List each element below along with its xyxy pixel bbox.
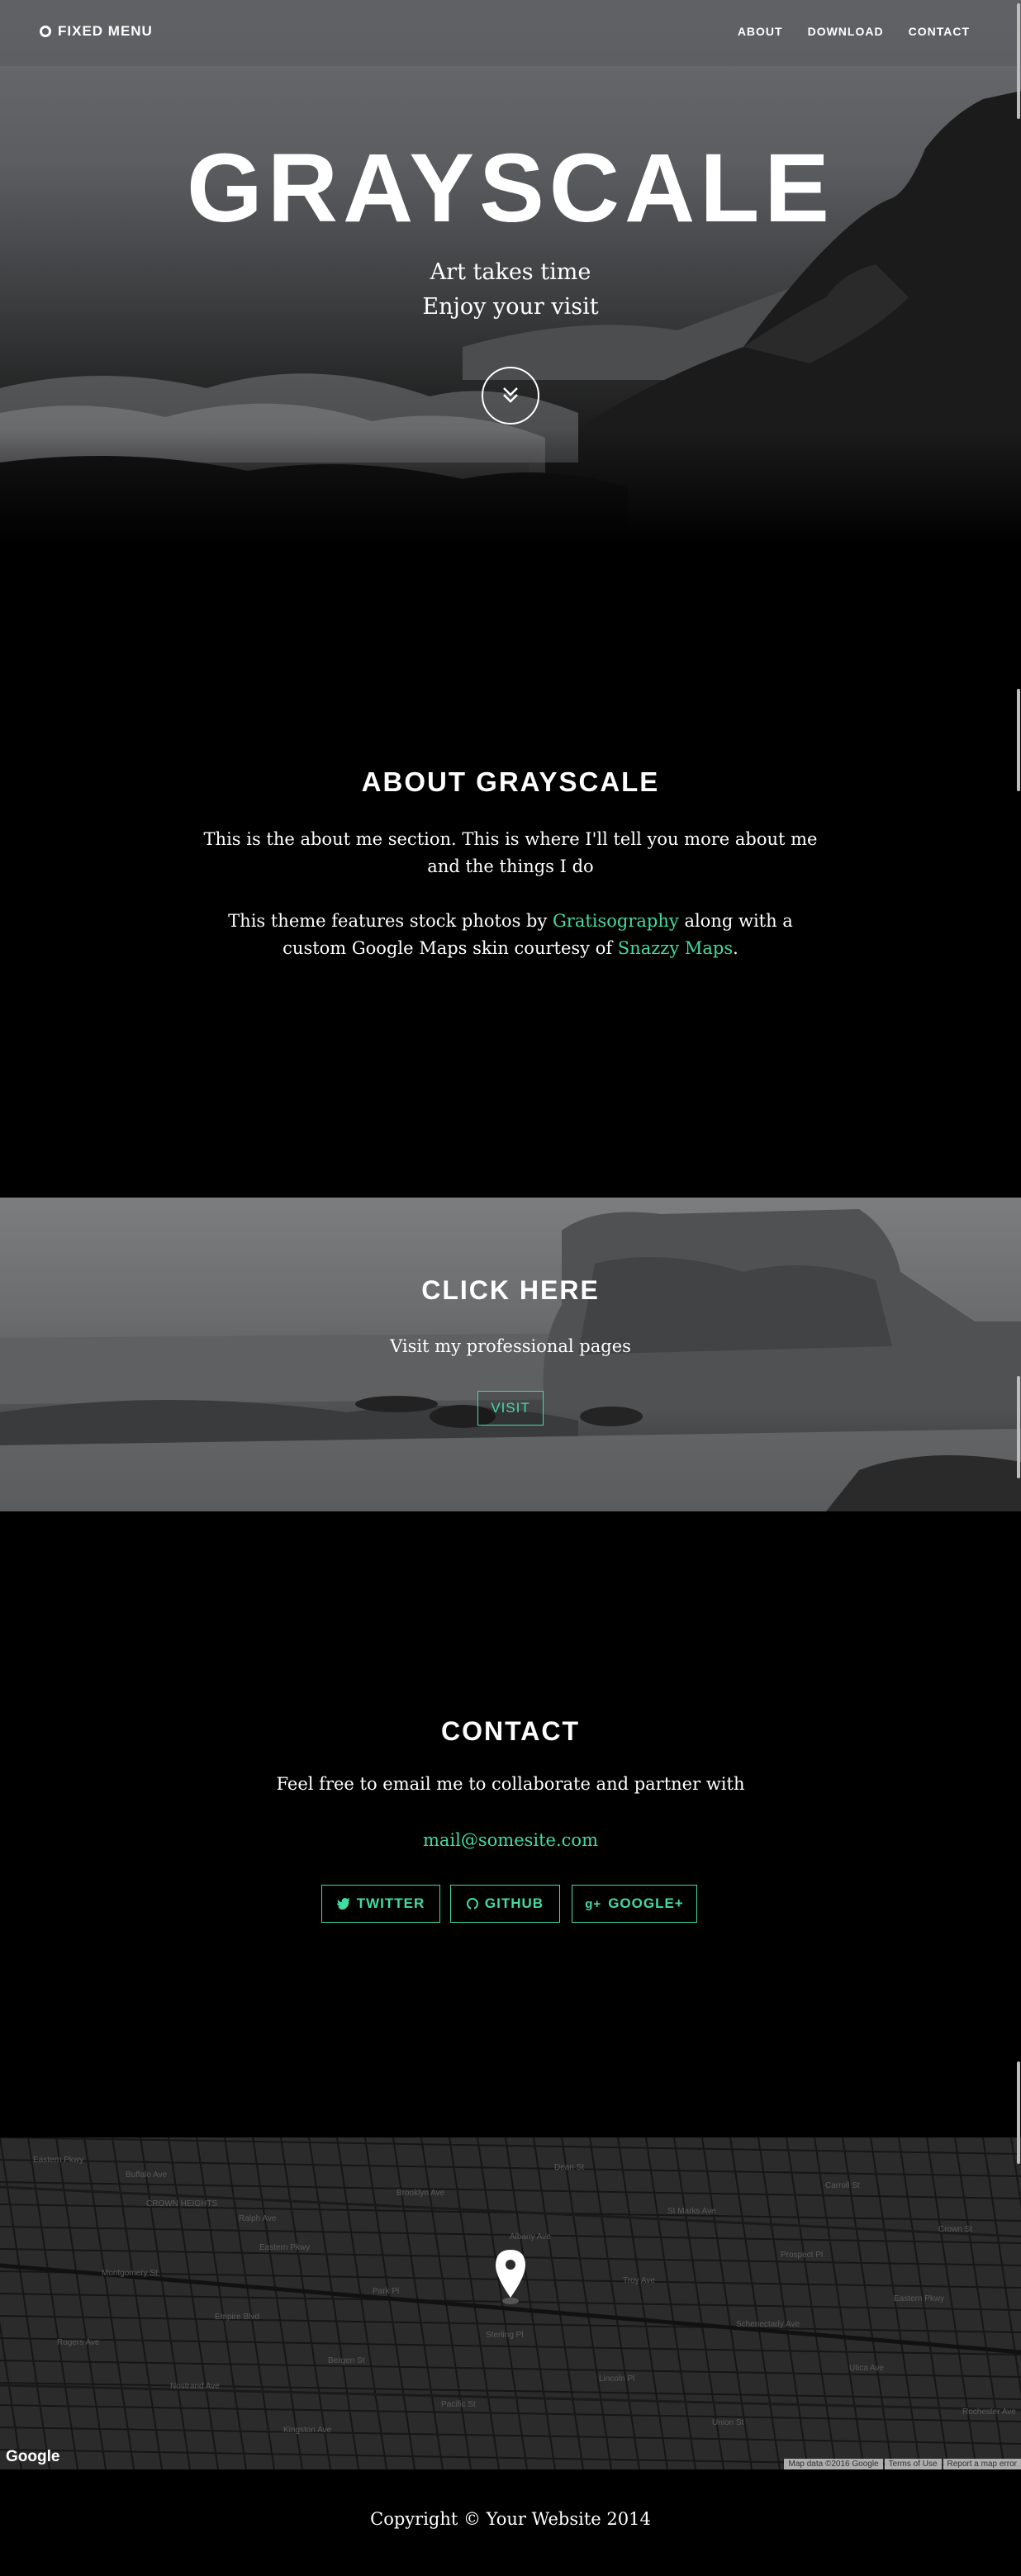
visit-button[interactable]: VISIT: [477, 1391, 544, 1426]
twitter-button[interactable]: TWITTER: [321, 1885, 440, 1923]
scrollbar[interactable]: [1015, 0, 1021, 2576]
twitter-label: TWITTER: [356, 1895, 425, 1911]
map-street: [196, 2137, 247, 2469]
google-plus-label: GOOGLE+: [608, 1895, 684, 1911]
map-street-label: Rogers Ave: [57, 2338, 100, 2347]
map-street-label: Lincoln Pl: [599, 2374, 634, 2384]
nav-link-about[interactable]: ABOUT: [738, 25, 783, 38]
about-title: ABOUT GRAYSCALE: [361, 766, 660, 797]
map-street-label: Park Pl: [373, 2287, 399, 2296]
double-chevron-down-icon: [503, 387, 518, 403]
nav-links: ABOUT DOWNLOAD CONTACT: [738, 25, 970, 38]
map-street-label: Crown St: [938, 2225, 972, 2234]
circle-icon: [40, 26, 51, 37]
hero-subtitle-line1: Art takes time: [430, 259, 591, 285]
map-section[interactable]: Eastern Pkwy CROWN HEIGHTS Eastern Pkwy Par…: [0, 2137, 1021, 2469]
map-street-label: CROWN HEIGHTS: [146, 2199, 217, 2208]
scroll-down-button[interactable]: [482, 367, 539, 425]
map-street-label: Ralph Ave: [239, 2214, 277, 2223]
map-street: [140, 2137, 191, 2469]
map-street-label: Union St: [712, 2418, 744, 2427]
map-street: [224, 2137, 275, 2469]
contact-subtitle: Feel free to email me to collaborate and…: [276, 1774, 745, 1794]
github-label: GITHUB: [484, 1895, 544, 1911]
hero-subtitle-line2: Enjoy your visit: [422, 294, 599, 320]
google-logo[interactable]: Google: [6, 2448, 59, 2466]
map-street: [0, 2181, 1021, 2199]
map-street-label: Eastern Pkwy: [259, 2243, 310, 2252]
map-street: [83, 2137, 135, 2469]
cta-title: CLICK HERE: [421, 1275, 600, 1305]
about-paragraph-1: This is the about me section. This is wh…: [203, 829, 818, 876]
map-street-label: Prospect Pl: [781, 2251, 823, 2260]
map-street-label: St Marks Ave: [667, 2207, 716, 2216]
google-plus-icon: g+: [585, 1896, 602, 1911]
map-pin-icon[interactable]: [494, 2250, 527, 2306]
map-street: [0, 2315, 1021, 2333]
map-street: [55, 2137, 107, 2469]
twitter-icon: [336, 1898, 350, 1909]
map-street-label: Rochester Ave: [962, 2408, 1016, 2417]
hero-section: FIXED MENU ABOUT DOWNLOAD CONTACT GRAYSC…: [0, 0, 1021, 545]
about-text: This theme features stock photos by: [228, 911, 553, 931]
map-street-label: Brooklyn Ave: [397, 2189, 445, 2198]
map-data-text: Map data ©2016 Google: [784, 2459, 883, 2469]
map-street-label: Eastern Pkwy: [33, 2156, 83, 2165]
map-street-label: Bergen St: [328, 2356, 365, 2365]
map-attribution: Map data ©2016 Google Terms of Use Repor…: [784, 2459, 1021, 2469]
google-plus-button[interactable]: g+ GOOGLE+: [572, 1885, 697, 1923]
map-street: [954, 2137, 1005, 2469]
navbar: FIXED MENU ABOUT DOWNLOAD CONTACT: [0, 0, 1021, 66]
map-street: [27, 2137, 78, 2469]
map-street-label: Sterling Pl: [486, 2331, 524, 2340]
terms-of-use-link[interactable]: Terms of Use: [884, 2459, 942, 2469]
about-text: .: [733, 938, 738, 958]
cta-section: CLICK HERE Visit my professional pages V…: [0, 1198, 1021, 1511]
map-street-label: Empire Blvd: [215, 2313, 259, 2322]
map-street-label: Buffalo Ave: [126, 2170, 168, 2180]
copyright-text: Copyright © Your Website 2014: [370, 2509, 651, 2529]
gratisography-link[interactable]: Gratisography: [553, 911, 679, 931]
map-street-label: Utica Ave: [849, 2364, 884, 2373]
map-street-label: Eastern Pkwy: [894, 2294, 944, 2303]
snazzy-maps-link[interactable]: Snazzy Maps: [618, 938, 733, 958]
map-street-label: Montgomery St: [102, 2269, 158, 2278]
github-icon: [466, 1898, 478, 1909]
map-street-label: Carroll St: [825, 2181, 860, 2190]
map-street-label: Pacific St: [441, 2400, 476, 2409]
map-street-label: Dean St: [554, 2163, 584, 2172]
map-street: [0, 2137, 1021, 2155]
email-link[interactable]: mail@somesite.com: [0, 1830, 1021, 1850]
map-street: [757, 2137, 809, 2469]
map-street: [0, 2427, 1021, 2445]
about-paragraph-2: This theme features stock photos by Grat…: [197, 908, 824, 962]
map-street-label: Kingston Ave: [283, 2426, 332, 2435]
map-street-label: Nostrand Ave: [170, 2382, 220, 2391]
map-street: [168, 2137, 219, 2469]
map-street-label: Troy Ave: [623, 2276, 655, 2285]
nav-link-contact[interactable]: CONTACT: [909, 25, 970, 38]
brand-label: FIXED MENU: [58, 23, 153, 39]
cta-subtitle: Visit my professional pages: [390, 1336, 631, 1356]
hero-title: GRAYSCALE: [186, 134, 834, 243]
brand-link[interactable]: FIXED MENU: [40, 23, 153, 40]
map-street-label: Schenectady Ave: [736, 2320, 800, 2329]
map-street-label: Albany Ave: [510, 2232, 551, 2242]
report-map-error-link[interactable]: Report a map error: [943, 2459, 1021, 2469]
github-button[interactable]: GITHUB: [450, 1885, 560, 1923]
nav-link-download[interactable]: DOWNLOAD: [808, 25, 884, 38]
contact-title: CONTACT: [440, 1716, 581, 1746]
map-street: [112, 2137, 163, 2469]
